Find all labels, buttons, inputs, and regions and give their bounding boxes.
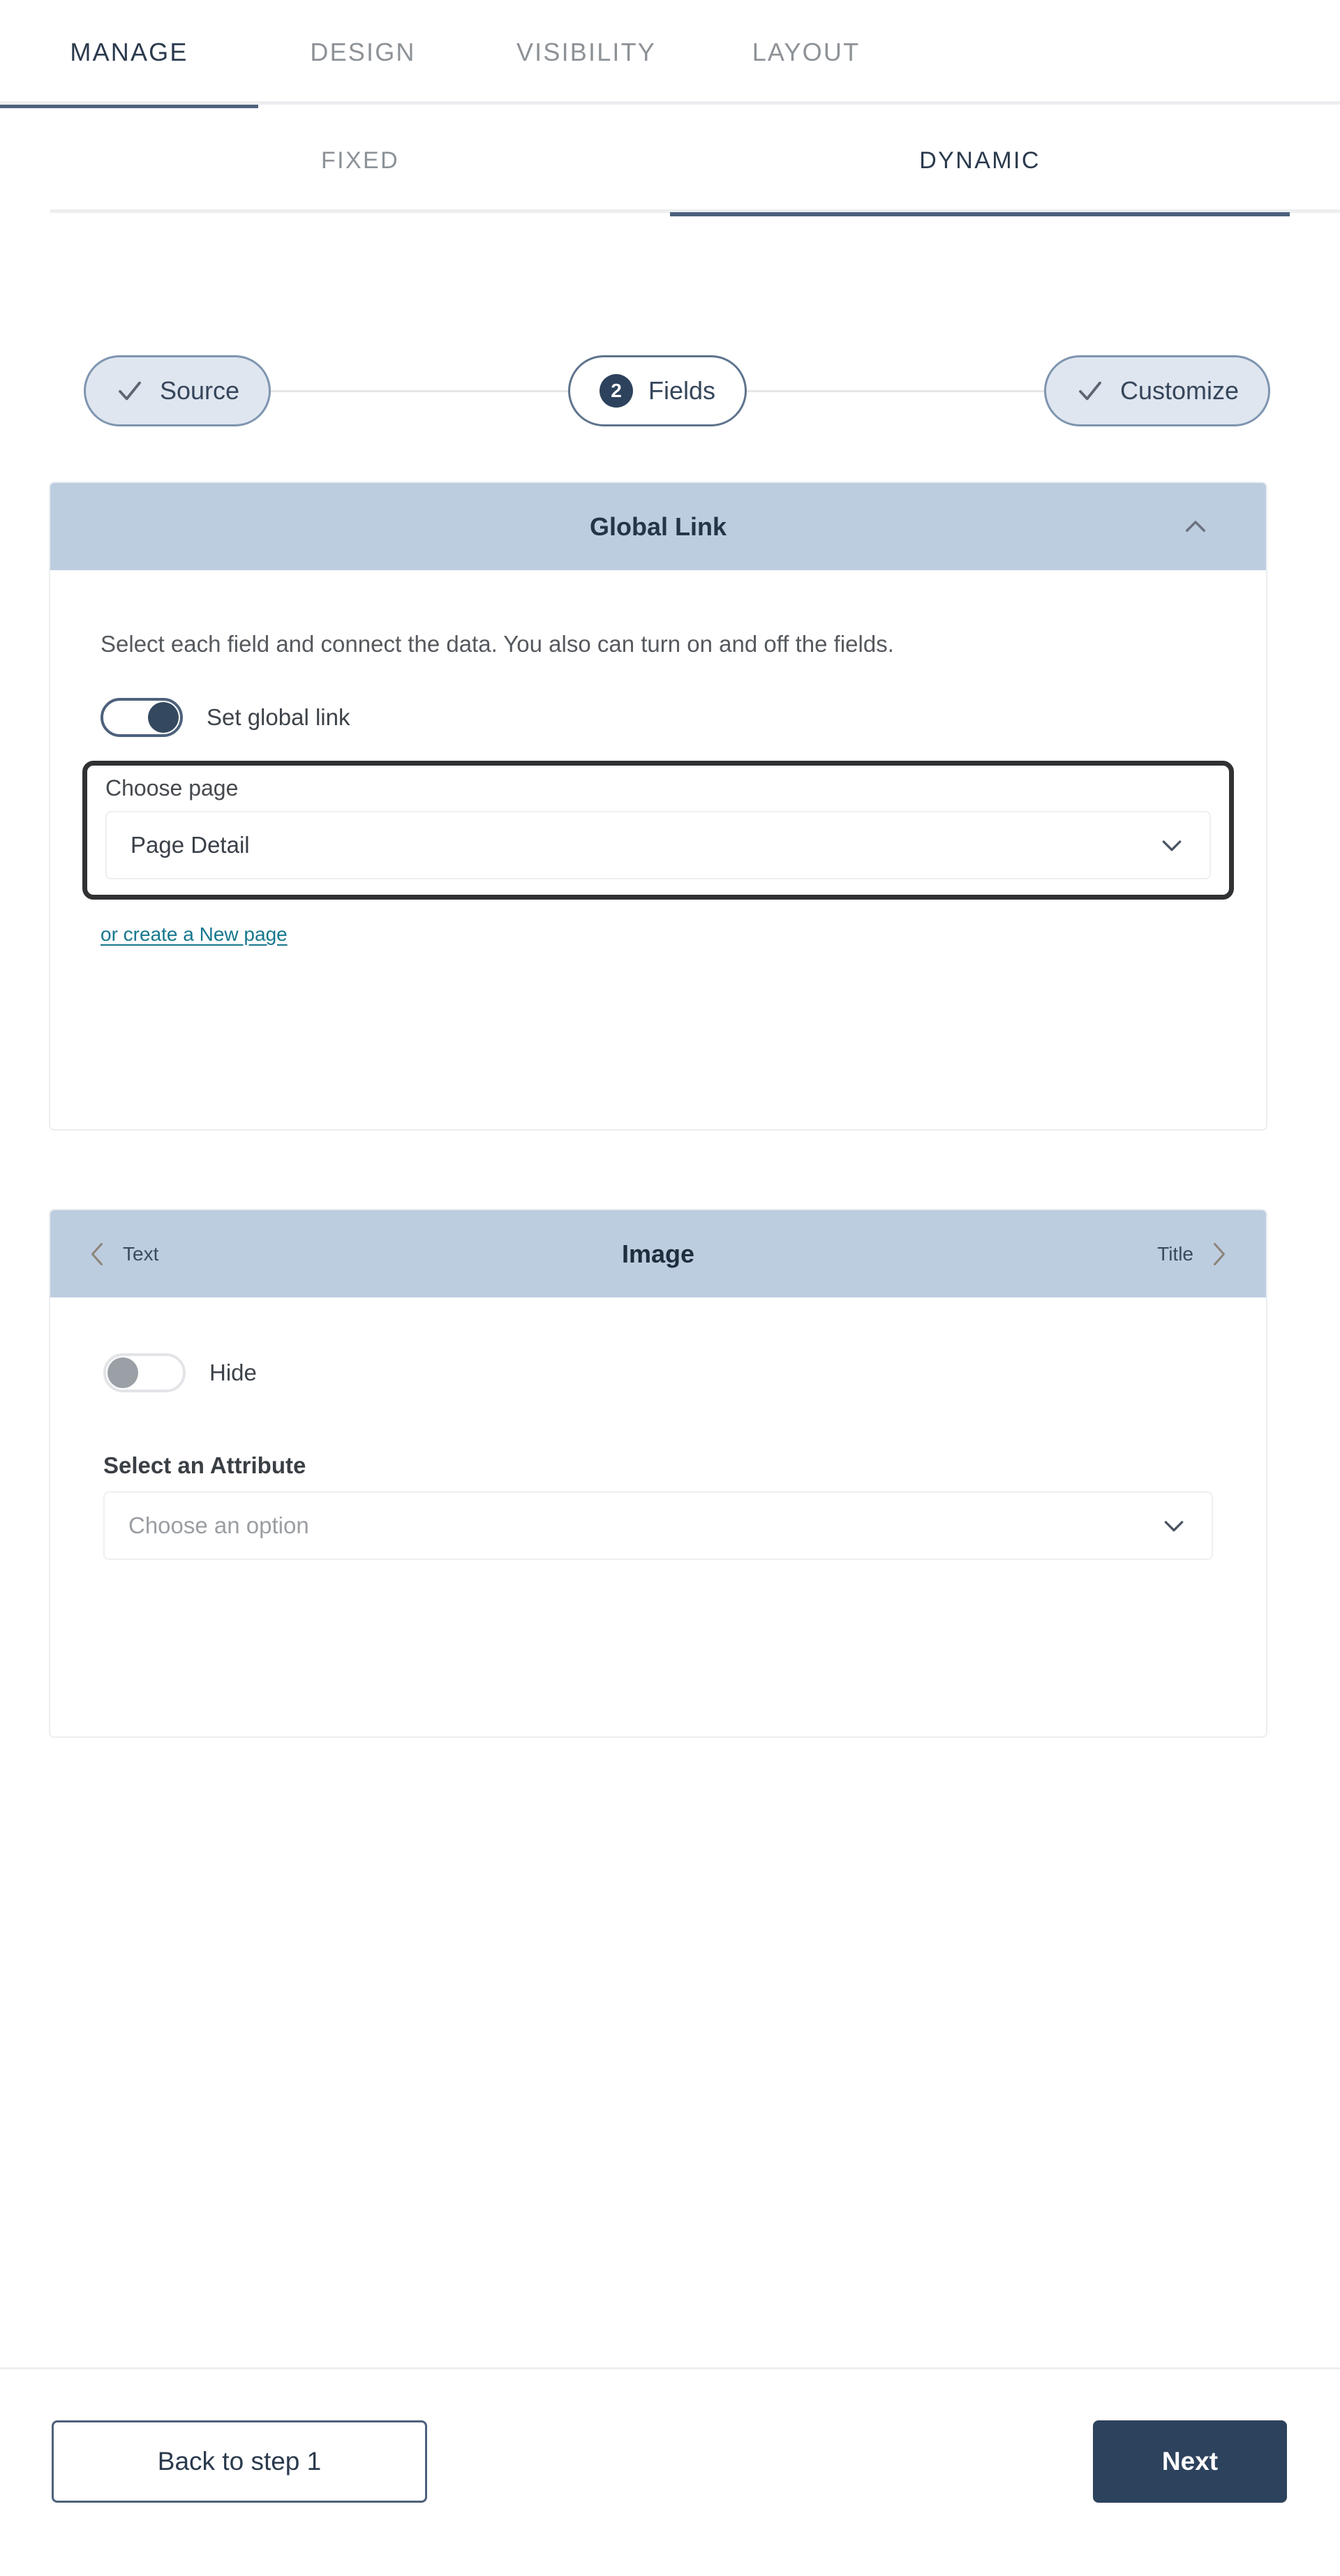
choose-page-value: Page Detail <box>131 831 250 858</box>
field-settings-panel: Text Image Title Hide Select an Attribut… <box>49 1209 1267 1738</box>
tab-fixed[interactable]: FIXED <box>50 108 670 213</box>
hide-field-label: Hide <box>209 1360 257 1385</box>
previous-field-button[interactable]: Text <box>88 1240 221 1268</box>
choose-page-label: Choose page <box>105 775 239 801</box>
create-new-page-link[interactable]: or create a New page <box>100 923 288 946</box>
select-attribute-dropdown[interactable]: Choose an option <box>103 1491 1213 1560</box>
tab-design[interactable]: DESIGN <box>258 0 468 105</box>
next-button[interactable]: Next <box>1093 2420 1287 2503</box>
global-link-panel-header[interactable]: Global Link <box>50 483 1266 570</box>
select-attribute-block: Select an Attribute Choose an option <box>103 1452 1213 1560</box>
hide-field-toggle[interactable] <box>103 1353 186 1392</box>
choose-page-field-group: Choose page Page Detail <box>82 760 1234 900</box>
tab-visibility[interactable]: VISIBILITY <box>468 0 705 105</box>
set-global-link-row: Set global link <box>100 697 1216 737</box>
step-customize-label: Customize <box>1119 376 1240 405</box>
global-link-panel-body: Select each field and connect the data. … <box>50 570 1266 946</box>
global-link-panel-title: Global Link <box>589 512 727 541</box>
secondary-tab-bar: FIXED DYNAMIC <box>50 108 1340 216</box>
chevron-left-icon <box>91 1242 103 1265</box>
select-attribute-value: Choose an option <box>128 1512 309 1538</box>
next-field-button[interactable]: Title <box>1096 1240 1228 1268</box>
chevron-down-icon <box>1164 1521 1184 1532</box>
chevron-down-icon <box>1162 840 1182 851</box>
step-source[interactable]: Source <box>84 355 271 426</box>
tab-manage-label: MANAGE <box>70 38 188 66</box>
step-customize[interactable]: Customize <box>1043 355 1271 426</box>
field-settings-body: Hide Select an Attribute Choose an optio… <box>50 1353 1266 1560</box>
step-source-label: Source <box>160 376 240 405</box>
step-connector-2 <box>747 389 1044 392</box>
tab-layout[interactable]: LAYOUT <box>705 0 907 105</box>
next-button-label: Next <box>1161 2447 1219 2476</box>
global-link-description: Select each field and connect the data. … <box>100 631 894 657</box>
chevron-up-icon[interactable] <box>1181 512 1210 542</box>
tab-manage[interactable]: MANAGE <box>0 0 258 108</box>
step-fields[interactable]: 2 Fields <box>568 355 747 426</box>
step-number-badge: 2 <box>600 374 633 408</box>
tab-dynamic[interactable]: DYNAMIC <box>670 108 1290 216</box>
back-to-step-1-label: Back to step 1 <box>157 2447 322 2476</box>
previous-field-label: Text <box>123 1242 159 1265</box>
tab-design-label: DESIGN <box>310 38 416 66</box>
tab-layout-label: LAYOUT <box>752 38 861 66</box>
global-link-panel: Global Link Select each field and connec… <box>49 482 1267 1131</box>
chevron-right-icon <box>1214 1242 1225 1265</box>
next-field-label: Title <box>1157 1242 1193 1265</box>
toggle-knob <box>107 1357 138 1388</box>
check-icon <box>1079 381 1101 401</box>
tab-fixed-label: FIXED <box>320 147 400 174</box>
tab-visibility-label: VISIBILITY <box>516 38 657 66</box>
tab-dynamic-label: DYNAMIC <box>919 147 1041 174</box>
current-field-label: Image <box>621 1239 695 1268</box>
choose-page-select[interactable]: Page Detail <box>105 810 1211 879</box>
field-navigation-header: Text Image Title <box>50 1210 1266 1297</box>
step-connector-1 <box>271 389 568 392</box>
check-icon <box>119 381 141 401</box>
footer-divider <box>0 2367 1340 2369</box>
set-global-link-toggle[interactable] <box>100 697 183 737</box>
step-fields-label: Fields <box>648 376 716 405</box>
dynamic-fields-configuration-page: MANAGE DESIGN VISIBILITY LAYOUT FIXED DY… <box>0 0 1340 2576</box>
wizard-stepper: Source 2 Fields Customize <box>84 349 1271 433</box>
back-to-step-1-button[interactable]: Back to step 1 <box>52 2420 427 2503</box>
toggle-knob <box>148 701 179 733</box>
set-global-link-label: Set global link <box>207 703 350 730</box>
hide-field-row: Hide <box>103 1353 1213 1392</box>
select-attribute-label: Select an Attribute <box>103 1452 306 1478</box>
primary-tab-bar: MANAGE DESIGN VISIBILITY LAYOUT <box>0 0 1340 108</box>
